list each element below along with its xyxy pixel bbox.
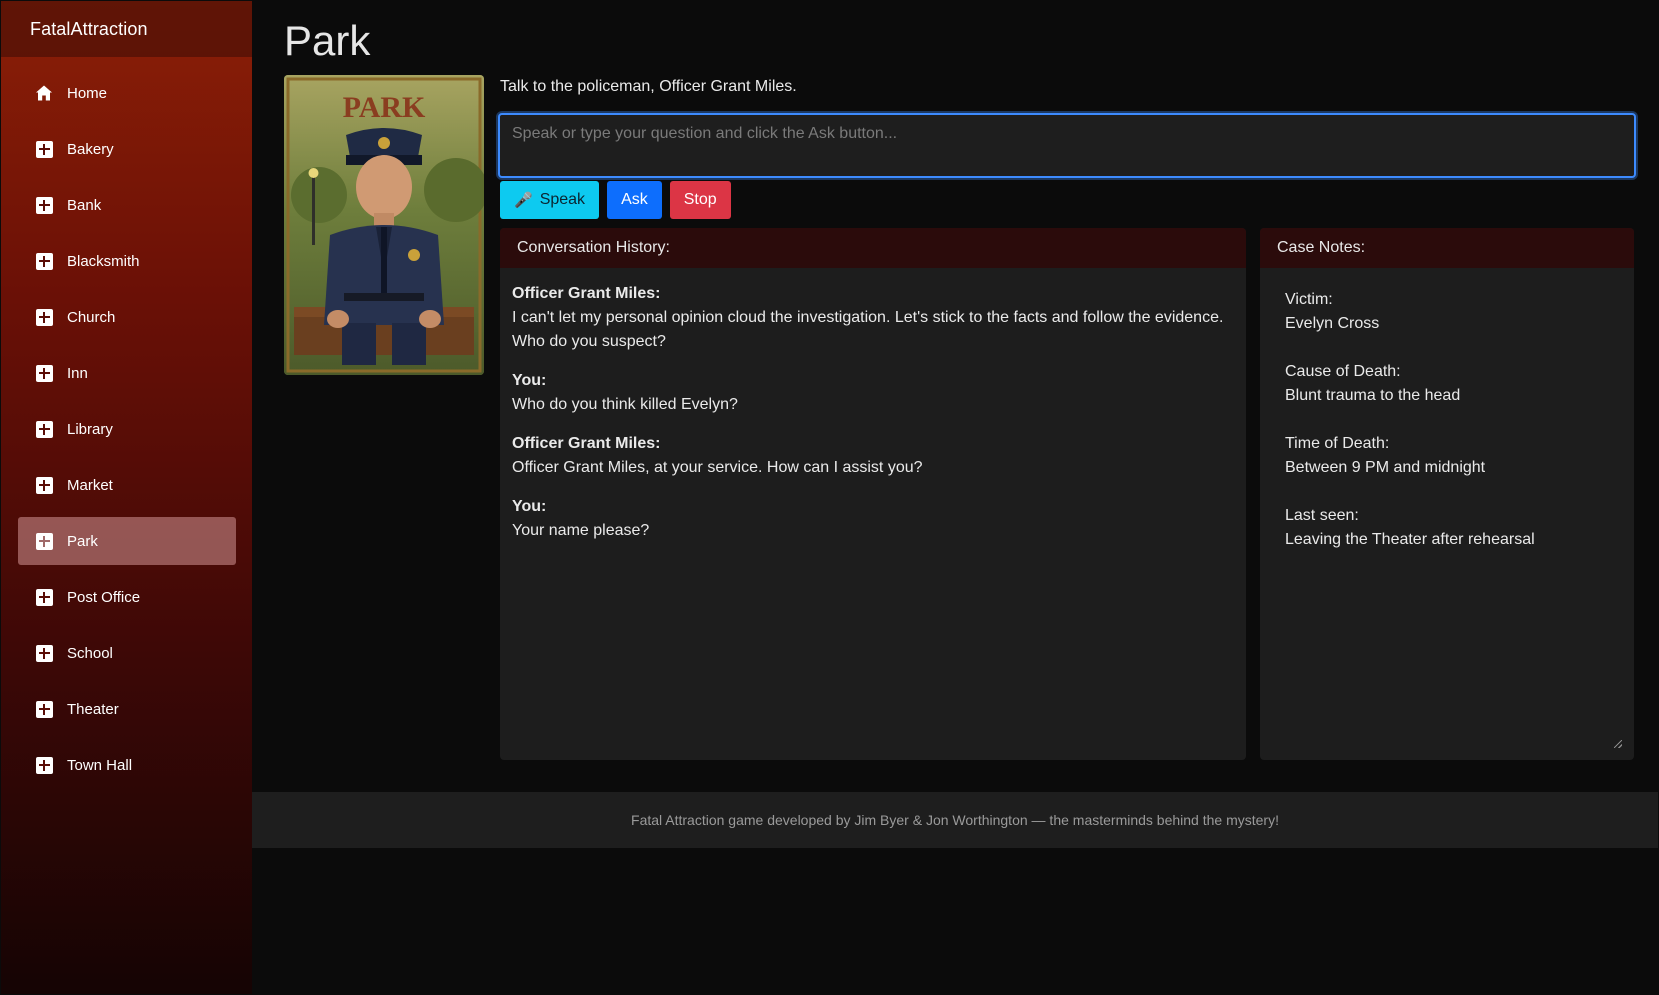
sidebar-item-label: Blacksmith [67, 252, 140, 270]
plus-square-icon [35, 476, 53, 494]
sidebar-item-town-hall[interactable]: Town Hall [18, 741, 236, 789]
plus-square-icon [35, 196, 53, 214]
sidebar-item-label: Bakery [67, 140, 114, 158]
sidebar-item-bank[interactable]: Bank [18, 181, 236, 229]
plus-square-icon [35, 364, 53, 382]
sidebar-item-post-office[interactable]: Post Office [18, 573, 236, 621]
sidebar-item-school[interactable]: School [18, 629, 236, 677]
sidebar-item-label: Town Hall [67, 756, 133, 774]
message-author: You: [512, 498, 547, 515]
plus-square-icon [35, 700, 53, 718]
sidebar-item-label: School [67, 644, 113, 662]
case-note: Time of Death: Between 9 PM and midnight [1285, 432, 1609, 480]
message: You: Who do you think killed Evelyn? [512, 369, 1234, 417]
message-text: Your name please? [512, 522, 650, 539]
plus-square-icon [35, 532, 53, 550]
brand-title[interactable]: FatalAttraction [1, 1, 252, 57]
case-notes-header: Case Notes: [1260, 228, 1634, 268]
sidebar-item-label: Bank [67, 196, 102, 214]
case-note-value: Evelyn Cross [1285, 315, 1380, 332]
message-author: You: [512, 372, 547, 389]
sidebar-item-market[interactable]: Market [18, 461, 236, 509]
case-note-label: Time of Death: [1285, 435, 1390, 452]
resize-handle[interactable] [1614, 740, 1622, 748]
park-sign: PARK [343, 91, 426, 124]
ask-button[interactable]: Ask [607, 181, 662, 219]
sidebar: FatalAttraction Home Bakery Bank Blacksm… [1, 1, 252, 994]
case-note-label: Victim: [1285, 291, 1333, 308]
case-note-label: Last seen: [1285, 507, 1359, 524]
sidebar-nav: Home Bakery Bank Blacksmith Church Inn L… [18, 69, 236, 797]
sidebar-item-label: Home [67, 84, 108, 102]
plus-square-icon [35, 420, 53, 438]
footer: Fatal Attraction game developed by Jim B… [252, 792, 1658, 848]
sidebar-item-theater[interactable]: Theater [18, 685, 236, 733]
home-icon [35, 84, 53, 102]
conversation-history-panel: Conversation History: Officer Grant Mile… [500, 228, 1246, 760]
footer-text: Fatal Attraction game developed by Jim B… [631, 812, 1279, 828]
case-note-label: Cause of Death: [1285, 363, 1401, 380]
sidebar-item-label: Inn [67, 364, 88, 382]
case-note: Last seen: Leaving the Theater after reh… [1285, 504, 1609, 552]
message-text: Who do you think killed Evelyn? [512, 396, 738, 413]
sidebar-item-home[interactable]: Home [18, 69, 236, 117]
sidebar-item-label: Theater [67, 700, 119, 718]
sidebar-item-park[interactable]: Park [18, 517, 236, 565]
plus-square-icon [35, 588, 53, 606]
case-note-value: Leaving the Theater after rehearsal [1285, 531, 1535, 548]
case-notes-body[interactable]: Victim: Evelyn Cross Cause of Death: Blu… [1260, 268, 1634, 760]
sidebar-item-label: Church [67, 308, 116, 326]
plus-square-icon [35, 140, 53, 158]
message: Officer Grant Miles: Officer Grant Miles… [512, 432, 1234, 480]
policeman-portrait: PARK [284, 75, 484, 375]
page-title: Park [284, 17, 371, 64]
case-note: Victim: Evelyn Cross [1285, 288, 1609, 336]
sidebar-item-inn[interactable]: Inn [18, 349, 236, 397]
case-note-value: Blunt trauma to the head [1285, 387, 1461, 404]
app: FatalAttraction Home Bakery Bank Blacksm… [0, 0, 1659, 995]
message-text: Officer Grant Miles, at your service. Ho… [512, 459, 923, 476]
sidebar-item-label: Post Office [67, 588, 141, 606]
plus-square-icon [35, 252, 53, 270]
case-note: Cause of Death: Blunt trauma to the head [1285, 360, 1609, 408]
message-author: Officer Grant Miles: [512, 435, 661, 452]
message: Officer Grant Miles: I can't let my pers… [512, 282, 1234, 354]
sidebar-item-library[interactable]: Library [18, 405, 236, 453]
sidebar-item-label: Market [67, 476, 113, 494]
plus-square-icon [35, 756, 53, 774]
message-text: I can't let my personal opinion cloud th… [512, 309, 1224, 350]
conversation-history-body[interactable]: Officer Grant Miles: I can't let my pers… [500, 268, 1246, 572]
case-note-value: Between 9 PM and midnight [1285, 459, 1486, 476]
intro-text: Talk to the policeman, Officer Grant Mil… [500, 78, 797, 95]
conversation-history-header: Conversation History: [500, 228, 1246, 268]
sidebar-item-label: Park [67, 532, 98, 550]
plus-square-icon [35, 644, 53, 662]
main-content: Park PARK Talk to the policeman, Officer… [252, 1, 1658, 994]
action-buttons: 🎤 Speak Ask Stop [500, 181, 731, 219]
speak-button[interactable]: 🎤 Speak [500, 181, 600, 219]
sidebar-item-blacksmith[interactable]: Blacksmith [18, 237, 236, 285]
sidebar-item-bakery[interactable]: Bakery [18, 125, 236, 173]
sidebar-item-label: Library [67, 420, 113, 438]
microphone-icon: 🎤 [514, 192, 533, 209]
message: You: Your name please? [512, 495, 1234, 543]
speak-label: Speak [539, 191, 586, 208]
message-author: Officer Grant Miles: [512, 285, 661, 302]
stop-button[interactable]: Stop [669, 181, 731, 219]
policeman-illustration: PARK [284, 75, 484, 375]
question-input[interactable] [498, 113, 1636, 178]
case-notes-panel: Case Notes: Victim: Evelyn Cross Cause o… [1260, 228, 1634, 760]
plus-square-icon [35, 308, 53, 326]
sidebar-item-church[interactable]: Church [18, 293, 236, 341]
